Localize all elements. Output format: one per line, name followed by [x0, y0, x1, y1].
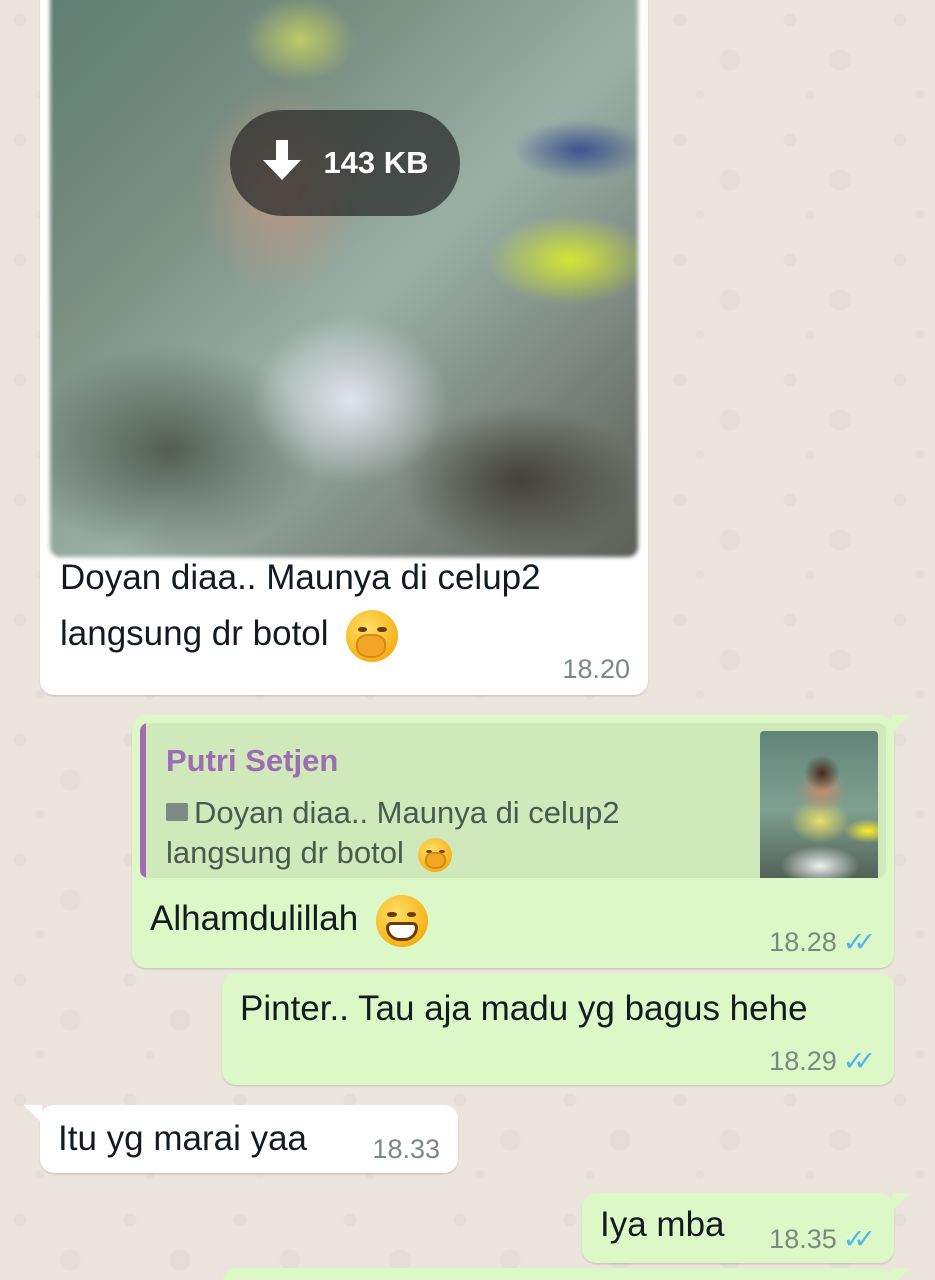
message-time: 18.35 [769, 1224, 837, 1254]
message-time: 18.20 [562, 654, 630, 684]
face-with-hand-over-mouth-emoji-icon [346, 609, 399, 662]
message-time-row: 18.28 ✓✓ [769, 927, 876, 958]
message-text: Iya mba [600, 1205, 725, 1244]
caption-line-2: langsung dr botol [60, 606, 620, 662]
quoted-text-line-1: Doyan diaa.. Maunya di celup2 [194, 795, 620, 830]
message-bubble-reply[interactable]: Putri Setjen Doyan diaa.. Maunya di celu… [132, 715, 910, 968]
reply-text: Alhamdulillah [150, 899, 359, 938]
message-bubble-outgoing[interactable]: Pinter.. Tau aja madu yg bagus hehe 18.2… [222, 973, 894, 1085]
image-caption: Doyan diaa.. Maunya di celup2 langsung d… [60, 550, 620, 662]
message-bubble-incoming[interactable]: Itu yg marai yaa 18.33 [24, 1105, 458, 1173]
quoted-image-thumbnail [760, 731, 878, 878]
message-time: 18.28 [769, 927, 837, 957]
quote-accent-bar [140, 723, 146, 878]
quoted-sender-name: Putri Setjen [166, 743, 339, 778]
blurred-image-preview[interactable] [50, 0, 638, 557]
face-with-hand-over-mouth-emoji-icon [418, 838, 453, 873]
message-time: 18.33 [372, 1134, 440, 1164]
caption-line-2-text: langsung dr botol [60, 614, 329, 653]
message-time: 18.29 [769, 1046, 837, 1076]
quoted-text: Doyan diaa.. Maunya di celup2 langsung d… [166, 793, 726, 874]
grinning-face-emoji-icon [375, 894, 428, 947]
read-receipt-double-check-icon: ✓✓ [842, 1046, 876, 1076]
read-receipt-double-check-icon: ✓✓ [842, 927, 876, 957]
read-receipt-double-check-icon: ✓✓ [842, 1224, 876, 1254]
message-text: Pinter.. Tau aja madu yg bagus hehe [240, 989, 808, 1028]
message-bubble-outgoing[interactable]: Iya mba 18.35 ✓✓ [582, 1193, 910, 1263]
download-arrow-icon [263, 140, 302, 180]
message-time-row: 18.35 ✓✓ [769, 1224, 876, 1255]
message-bubble-partial[interactable] [222, 1268, 910, 1280]
message-bubble-image[interactable]: 143 KB Doyan diaa.. Maunya di celup2 lan… [40, 0, 648, 695]
quoted-message[interactable]: Putri Setjen Doyan diaa.. Maunya di celu… [140, 723, 886, 878]
message-text: Itu yg marai yaa [58, 1119, 307, 1158]
message-time-row: 18.29 ✓✓ [769, 1046, 876, 1077]
file-size-label: 143 KB [323, 145, 429, 180]
caption-line-1: Doyan diaa.. Maunya di celup2 [60, 558, 541, 597]
download-button[interactable]: 143 KB [230, 110, 460, 216]
reply-message-text: Alhamdulillah [150, 891, 428, 947]
quoted-text-line-2: langsung dr botol [166, 835, 404, 871]
image-icon [166, 802, 188, 821]
